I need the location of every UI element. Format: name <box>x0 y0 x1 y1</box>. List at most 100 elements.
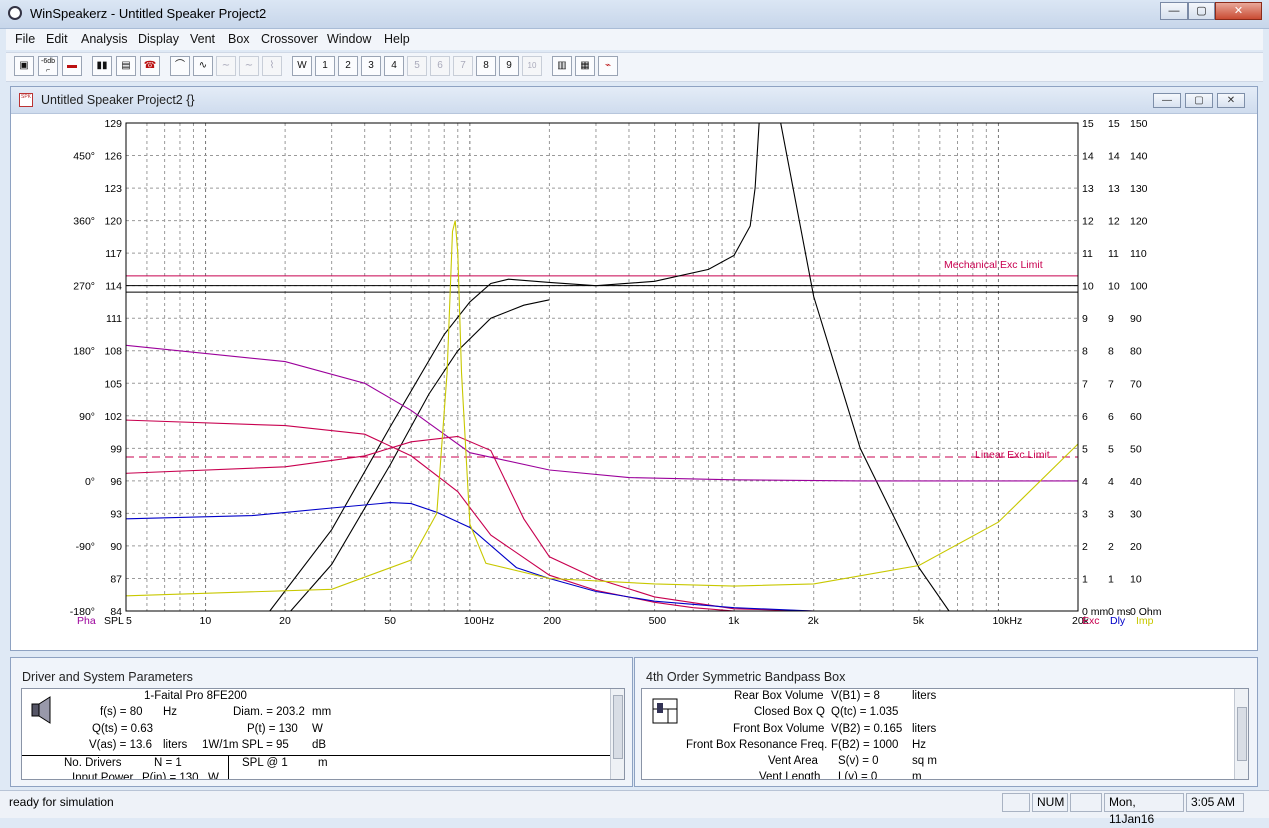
value-vb1[interactable]: V(B1) = 8 <box>831 690 880 702</box>
close-button[interactable]: ✕ <box>1215 2 1262 20</box>
imp-tick-label: 10 <box>1130 573 1142 585</box>
dly-tick-label: 8 <box>1108 346 1114 358</box>
unit-fb2: Hz <box>912 739 927 751</box>
x-tick-label: 5k <box>913 615 925 627</box>
param-spl1w-unit: dB <box>312 739 327 751</box>
label-closed-box-q: Closed Box Q <box>754 706 825 718</box>
series-phase <box>126 344 1078 482</box>
view-5-button[interactable]: 5 <box>407 56 427 76</box>
value-input-power[interactable]: P(in) = 130 <box>142 772 199 779</box>
chart-series <box>126 123 1078 611</box>
menu-box[interactable]: Box <box>228 32 250 46</box>
view-w-button[interactable]: W <box>292 56 312 76</box>
imp-tick-label: 150 <box>1130 118 1148 130</box>
minimize-button[interactable]: — <box>1160 2 1188 20</box>
label-input-power: Input Power <box>72 772 134 780</box>
view-7-button[interactable]: 7 <box>453 56 473 76</box>
view-1-button[interactable]: 1 <box>315 56 335 76</box>
dly-tick-label: 11 <box>1108 248 1119 260</box>
box-panel-scrollbar[interactable] <box>1234 689 1248 779</box>
view-4-button[interactable]: 4 <box>384 56 404 76</box>
car-icon[interactable]: ▬ <box>62 56 82 76</box>
curve3-icon[interactable]: ∼ <box>216 56 236 76</box>
menu-vent[interactable]: Vent <box>190 32 215 46</box>
view-10-button[interactable]: 10 <box>522 56 542 76</box>
graph-window-titlebar: SPK Untitled Speaker Project2 {} — ▢ ✕ <box>11 87 1257 114</box>
menu-edit[interactable]: Edit <box>46 32 68 46</box>
param-vas-unit: liters <box>163 739 188 751</box>
param-diam: Diam. = 203.2 <box>233 706 305 718</box>
label-spl-at: SPL @ 1 <box>242 757 288 769</box>
driver-panel-scrollbar[interactable] <box>610 689 624 779</box>
menu-display[interactable]: Display <box>138 32 179 46</box>
curve1-icon[interactable]: ⌒ <box>170 56 190 76</box>
exc-tick-label: 6 <box>1082 411 1088 423</box>
imp-tick-label: 130 <box>1130 183 1148 195</box>
axis-label-dly: Dly <box>1110 615 1126 627</box>
child-maximize-button[interactable]: ▢ <box>1185 93 1213 108</box>
box-panel-title: 4th Order Symmetric Bandpass Box <box>646 670 846 684</box>
menu-window[interactable]: Window <box>327 32 371 46</box>
dly-tick-label: 4 <box>1108 476 1114 488</box>
unit-vb2: liters <box>912 723 937 735</box>
view-2-button[interactable]: 2 <box>338 56 358 76</box>
phone-icon[interactable]: ☎ <box>140 56 160 76</box>
view-6-button[interactable]: 6 <box>430 56 450 76</box>
phase-tick-label: 90° <box>79 411 95 423</box>
step-icon[interactable]: -6db ⌐ <box>38 56 58 76</box>
menu-file[interactable]: File <box>15 32 35 46</box>
driver-scroll-thumb[interactable] <box>613 695 623 759</box>
label-no-drivers: No. Drivers <box>64 757 122 769</box>
label-rear-box-volume: Rear Box Volume <box>734 690 824 702</box>
box-params-box: Rear Box Volume V(B1) = 8 liters Closed … <box>641 688 1249 780</box>
spl-tick-label: 105 <box>104 378 122 390</box>
response-chart[interactable]: 5 10 20 50 100Hz 200 500 1k 2k 5k 10kHz 20k12912612… <box>11 115 1257 650</box>
value-fb2[interactable]: F(B2) = 1000 <box>831 739 898 751</box>
value-no-drivers[interactable]: N = 1 <box>154 757 182 769</box>
spl-tick-label: 87 <box>110 573 122 585</box>
unit-vb1: liters <box>912 690 937 702</box>
value-sv[interactable]: S(v) = 0 <box>838 755 879 767</box>
phase-tick-label: 0° <box>85 476 95 488</box>
limit-lines <box>126 275 1078 458</box>
box-scroll-thumb[interactable] <box>1237 707 1247 761</box>
menu-help[interactable]: Help <box>384 32 410 46</box>
value-lv[interactable]: L(v) = 0 <box>838 771 877 779</box>
x-tick-label: 20 <box>279 615 291 627</box>
curve2-icon[interactable]: ∿ <box>193 56 213 76</box>
status-text: ready for simulation <box>9 795 114 809</box>
x-tick-label: 10kHz <box>992 615 1022 627</box>
child-minimize-button[interactable]: — <box>1153 93 1181 108</box>
axis-label-pha: Pha <box>77 615 96 627</box>
child-close-button[interactable]: ✕ <box>1217 93 1245 108</box>
graph-icon[interactable]: ▥ <box>552 56 572 76</box>
menu-crossover[interactable]: Crossover <box>261 32 318 46</box>
print-icon[interactable]: ▦ <box>575 56 595 76</box>
value-vb2[interactable]: V(B2) = 0.165 <box>831 723 902 735</box>
annotation-lin: Linear Exc Limit <box>975 449 1050 461</box>
bars-icon[interactable]: ▮▮ <box>92 56 112 76</box>
spl-tick-label: 126 <box>104 151 122 163</box>
imp-tick-label: 120 <box>1130 216 1148 228</box>
label-vent-area: Vent Area <box>768 755 818 767</box>
maximize-button[interactable]: ▢ <box>1188 2 1215 20</box>
view-9-button[interactable]: 9 <box>499 56 519 76</box>
x-tick-label: 100Hz <box>464 615 494 627</box>
x-tick-label: 2k <box>808 615 820 627</box>
scope-icon[interactable]: ⌁ <box>598 56 618 76</box>
phase-tick-label: -90° <box>76 541 95 553</box>
driver-icon[interactable]: ▣ <box>14 56 34 76</box>
exc-tick-label: 5 <box>1082 443 1088 455</box>
exc-tick-label: 3 <box>1082 508 1088 520</box>
app-icon <box>8 6 22 20</box>
curve5-icon[interactable]: ⌇ <box>262 56 282 76</box>
view-8-button[interactable]: 8 <box>476 56 496 76</box>
menu-analysis[interactable]: Analysis <box>81 32 128 46</box>
value-qtc[interactable]: Q(tc) = 1.035 <box>831 706 898 718</box>
dly-tick-label: 7 <box>1108 378 1114 390</box>
curve4-icon[interactable]: ∼ <box>239 56 259 76</box>
spl-tick-label: 93 <box>110 508 122 520</box>
chart-grid <box>125 123 1079 611</box>
view-3-button[interactable]: 3 <box>361 56 381 76</box>
speaker-icon[interactable]: ▤ <box>116 56 136 76</box>
